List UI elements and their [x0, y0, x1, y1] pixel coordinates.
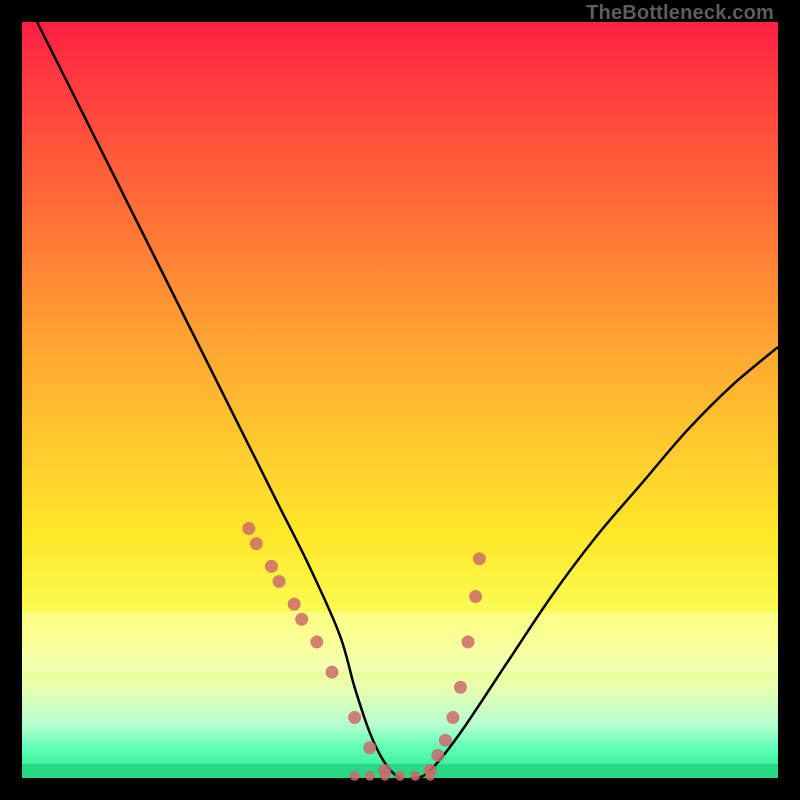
marker-dot — [363, 741, 376, 754]
optimal-dot — [380, 771, 390, 781]
marker-dot — [288, 598, 301, 611]
optimal-dot — [410, 771, 420, 781]
marker-dot — [242, 522, 255, 535]
highlight-markers — [242, 522, 486, 777]
marker-dot — [265, 560, 278, 573]
optimal-dot — [395, 771, 405, 781]
optimal-dot — [365, 771, 375, 781]
marker-dot — [295, 613, 308, 626]
curve-svg — [22, 22, 778, 778]
marker-dot — [454, 681, 467, 694]
marker-dot — [325, 666, 338, 679]
marker-dot — [469, 590, 482, 603]
chart-frame: TheBottleneck.com — [0, 0, 800, 800]
marker-dot — [473, 552, 486, 565]
optimal-dot — [350, 771, 360, 781]
marker-dot — [273, 575, 286, 588]
marker-dot — [439, 734, 452, 747]
bottleneck-curve — [37, 22, 778, 779]
optimal-dot — [425, 771, 435, 781]
marker-dot — [310, 635, 323, 648]
marker-dot — [250, 537, 263, 550]
marker-dot — [446, 711, 459, 724]
marker-dot — [348, 711, 361, 724]
marker-dot — [431, 749, 444, 762]
marker-dot — [462, 635, 475, 648]
